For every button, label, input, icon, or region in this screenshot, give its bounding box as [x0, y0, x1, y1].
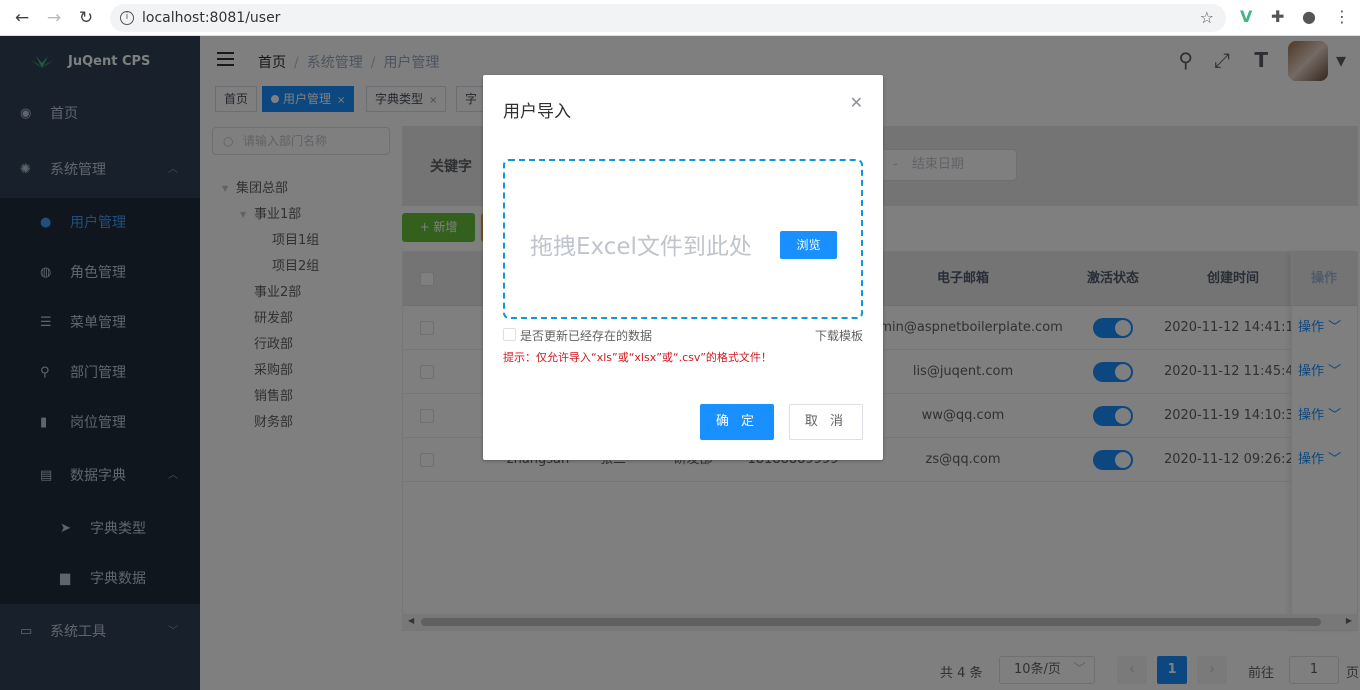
update-existing-label: 是否更新已经存在的数据 — [520, 329, 653, 343]
address-bar[interactable]: i localhost:8081/user ☆ — [110, 4, 1226, 32]
dialog-title: 用户导入 — [503, 102, 571, 122]
cancel-button[interactable]: 取 消 — [789, 404, 863, 440]
checkbox-box[interactable] — [503, 328, 516, 341]
import-dialog: 用户导入 ✕ 拖拽Excel文件到此处 浏览 是否更新已经存在的数据 下载模板 … — [483, 75, 883, 460]
file-drop-zone[interactable]: 拖拽Excel文件到此处 浏览 — [503, 159, 863, 319]
bookmark-star-icon[interactable]: ☆ — [1200, 4, 1214, 32]
download-template-link[interactable]: 下载模板 — [815, 327, 863, 344]
vue-devtools-icon[interactable]: V — [1240, 7, 1252, 26]
browse-button[interactable]: 浏览 — [780, 231, 837, 259]
url-text: localhost:8081/user — [142, 10, 281, 26]
column-header: 操作 — [1310, 271, 1337, 286]
format-tip: 提示：仅允许导入“xls”或“xlsx”或“.csv”的格式文件！ — [503, 351, 772, 364]
browser-toolbar: ← → ↻ i localhost:8081/user ☆ V ✚ ● ⋮ — [0, 0, 1360, 36]
site-info-icon[interactable]: i — [120, 11, 134, 25]
close-icon[interactable]: ✕ — [850, 93, 863, 112]
profile-icon[interactable]: ● — [1302, 7, 1316, 26]
reload-icon[interactable]: ↻ — [76, 8, 96, 28]
drop-hint: 拖拽Excel文件到此处 — [530, 234, 752, 260]
extensions-icon[interactable]: ✚ — [1271, 7, 1284, 26]
confirm-button[interactable]: 确 定 — [700, 404, 774, 440]
more-menu-icon[interactable]: ⋮ — [1334, 7, 1350, 26]
back-icon[interactable]: ← — [12, 8, 32, 28]
forward-icon[interactable]: → — [44, 8, 64, 28]
update-existing-checkbox[interactable]: 是否更新已经存在的数据 — [503, 327, 652, 344]
